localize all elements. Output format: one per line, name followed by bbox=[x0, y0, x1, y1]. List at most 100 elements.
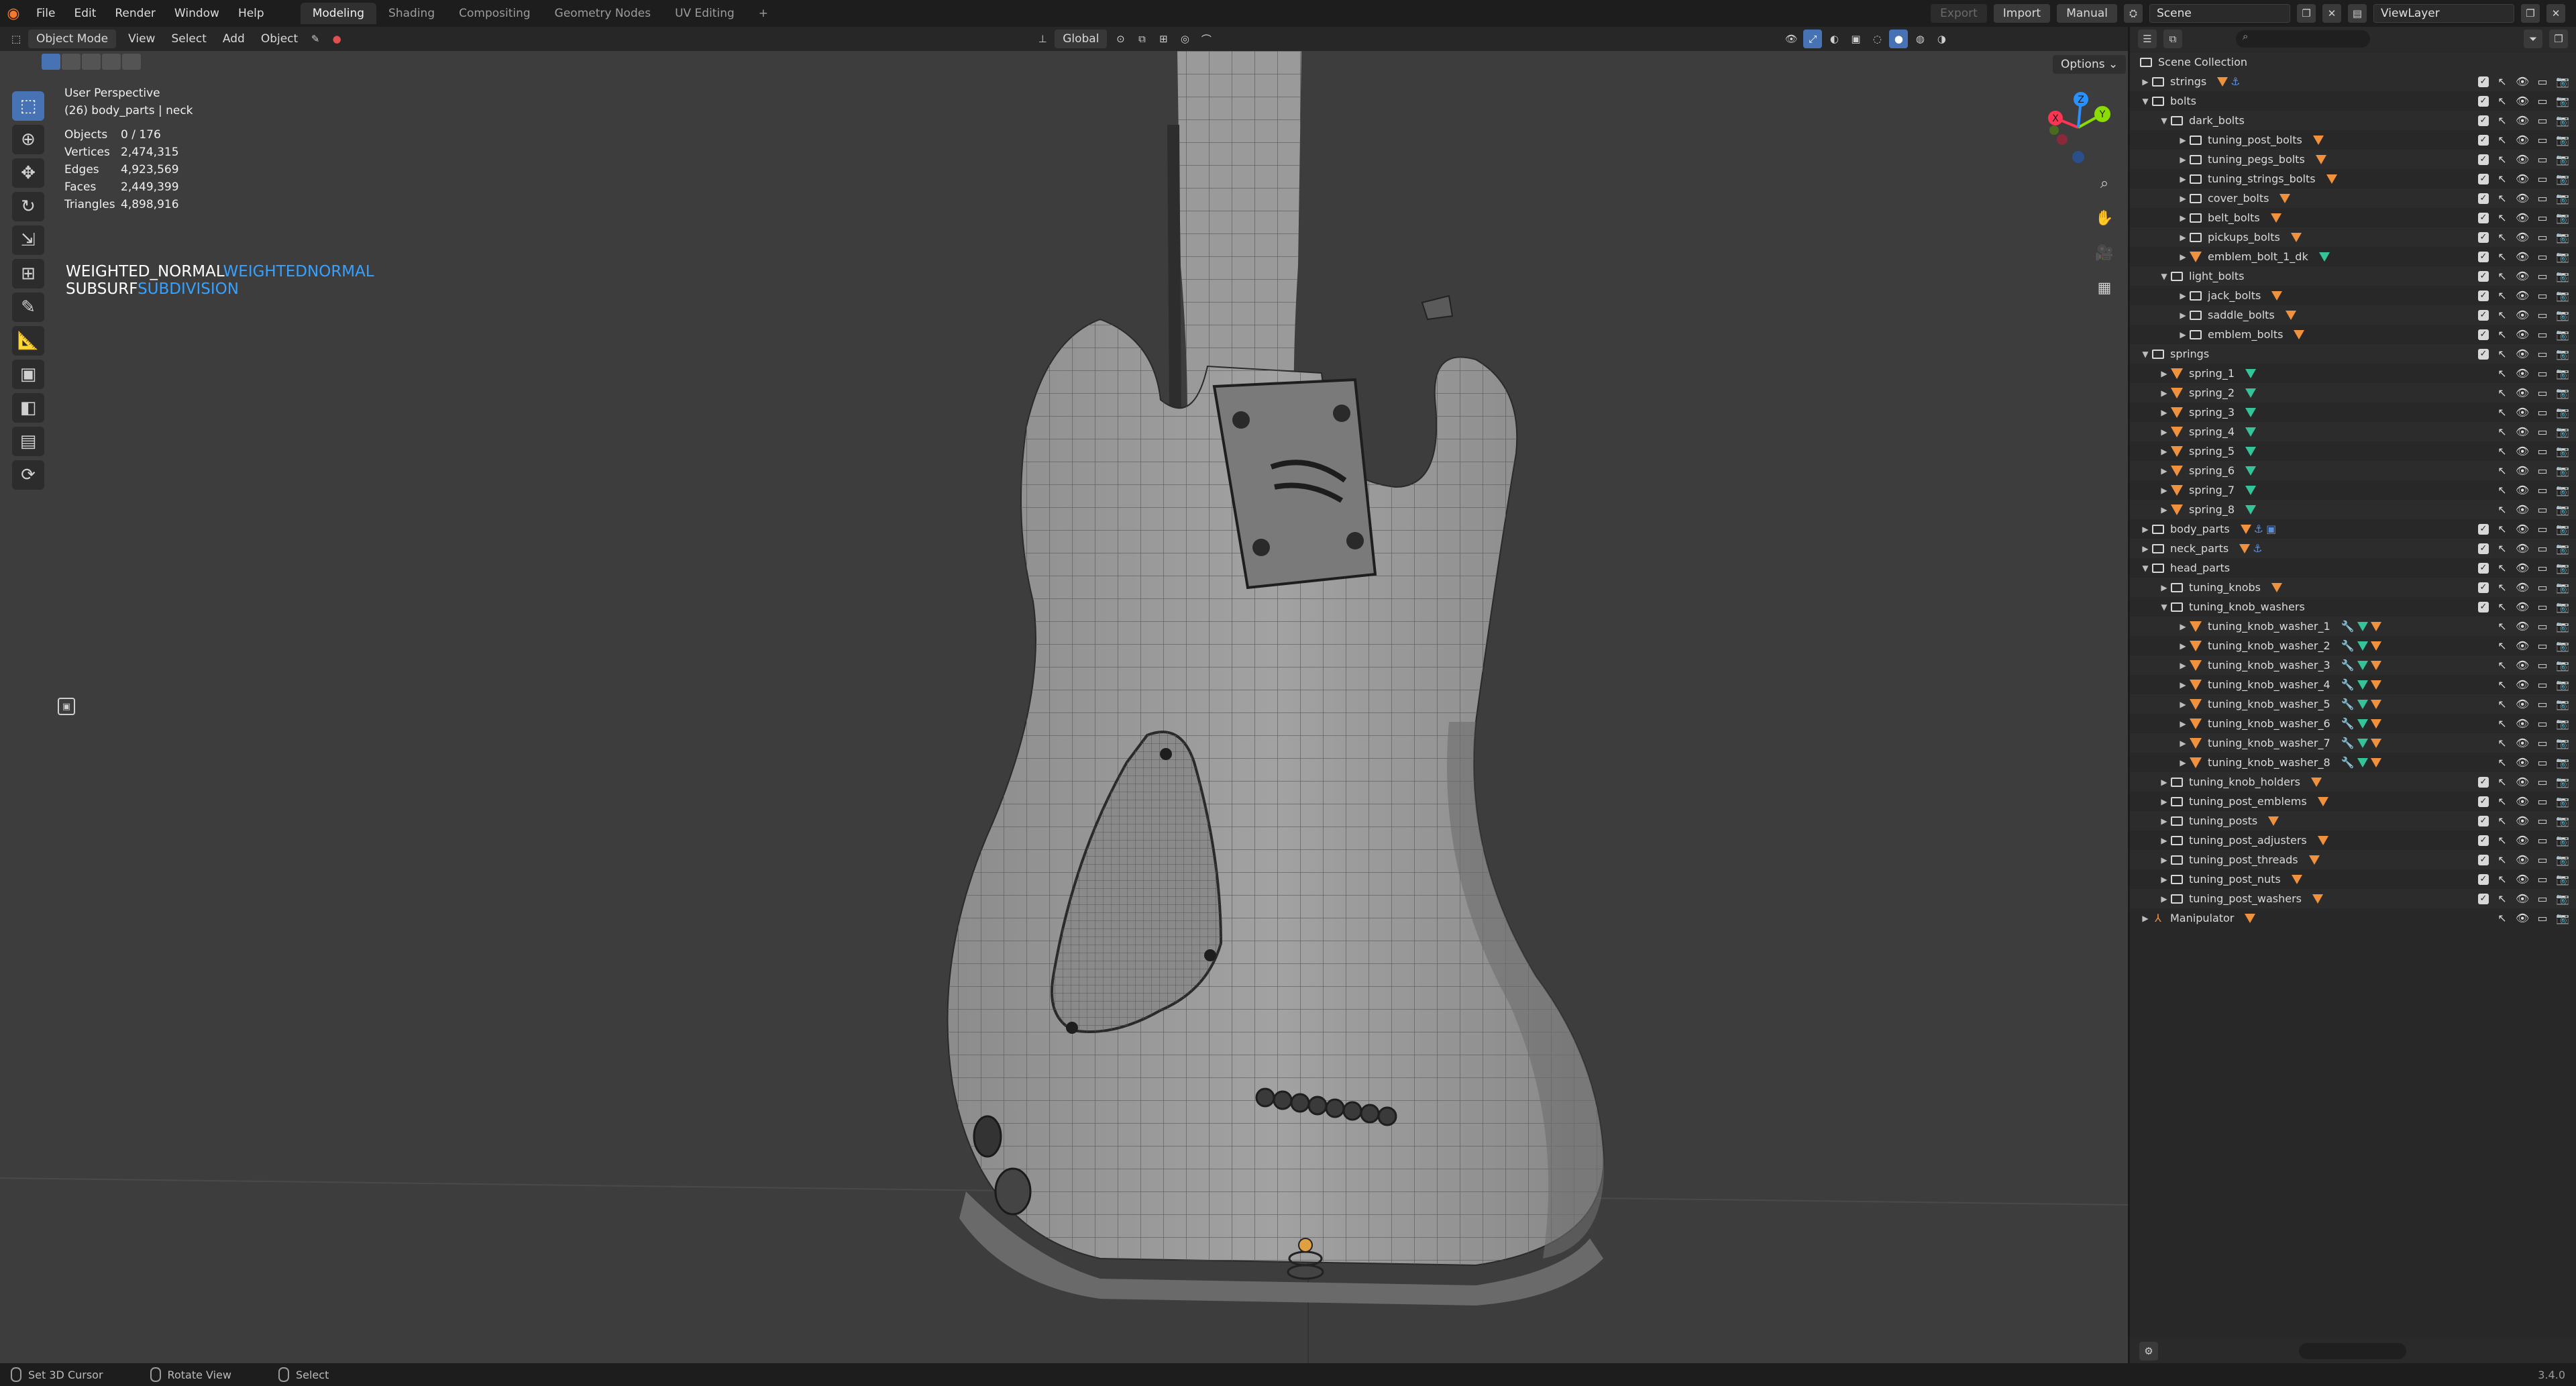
eye-icon[interactable]: 👁 bbox=[2516, 75, 2529, 88]
outliner-row[interactable]: ▼ springs ✓ ↖ 👁 ▭ 📷 bbox=[2130, 344, 2576, 364]
exclude-checkbox[interactable]: ✓ bbox=[2478, 854, 2489, 865]
render-camera-icon[interactable]: 📷 bbox=[2556, 873, 2569, 886]
outliner-row[interactable]: ▼ head_parts ✓ ↖ 👁 ▭ 📷 bbox=[2130, 558, 2576, 578]
modifier-icon[interactable]: 🔧 bbox=[2341, 717, 2355, 730]
viewport-disable-icon[interactable]: ▭ bbox=[2536, 153, 2549, 166]
mesh-data-icon[interactable] bbox=[2315, 154, 2326, 164]
tab-shading[interactable]: Shading bbox=[376, 3, 447, 24]
eye-icon[interactable]: 👁 bbox=[2516, 678, 2529, 691]
solid-shading-icon[interactable]: ● bbox=[1889, 30, 1909, 48]
mesh-data-icon[interactable] bbox=[2239, 543, 2251, 553]
viewport-disable-icon[interactable]: ▭ bbox=[2536, 659, 2549, 672]
select-new-button[interactable] bbox=[42, 54, 60, 70]
expand-closed-icon[interactable]: ▶ bbox=[2177, 233, 2189, 242]
selectable-icon[interactable]: ↖ bbox=[2496, 172, 2509, 185]
viewlayer-field[interactable]: ViewLayer bbox=[2373, 4, 2514, 23]
selectable-icon[interactable]: ↖ bbox=[2496, 464, 2509, 477]
expand-closed-icon[interactable]: ▶ bbox=[2158, 466, 2170, 476]
render-camera-icon[interactable]: 📷 bbox=[2556, 834, 2569, 847]
snap-icon[interactable]: ⧉ bbox=[1132, 30, 1151, 48]
viewport-disable-icon[interactable]: ▭ bbox=[2536, 211, 2549, 224]
select-invert-button[interactable] bbox=[102, 54, 121, 70]
menu-window[interactable]: Window bbox=[165, 0, 229, 27]
viewport-disable-icon[interactable]: ▭ bbox=[2536, 912, 2549, 924]
exclude-checkbox[interactable]: ✓ bbox=[2478, 251, 2489, 262]
outliner-row[interactable]: ▶ strings ⚓ ✓ ↖ 👁 ▭ 📷 bbox=[2130, 72, 2576, 91]
exclude-checkbox[interactable]: ✓ bbox=[2478, 835, 2489, 846]
outliner-row[interactable]: ▶ spring_4 ↖ 👁 ▭ 📷 bbox=[2130, 422, 2576, 441]
render-camera-icon[interactable]: 📷 bbox=[2556, 600, 2569, 613]
outliner-row[interactable]: ▶ tuning_knob_washer_1 🔧 ↖ 👁 ▭ 📷 bbox=[2130, 617, 2576, 636]
expand-closed-icon[interactable]: ▶ bbox=[2139, 525, 2151, 534]
exclude-checkbox[interactable]: ✓ bbox=[2478, 543, 2489, 554]
selectable-icon[interactable]: ↖ bbox=[2496, 425, 2509, 438]
selectable-icon[interactable]: ↖ bbox=[2496, 309, 2509, 321]
viewport-disable-icon[interactable]: ▭ bbox=[2536, 289, 2549, 302]
eye-icon[interactable]: 👁 bbox=[2516, 386, 2529, 399]
viewport-disable-icon[interactable]: ▭ bbox=[2536, 386, 2549, 399]
eye-icon[interactable]: 👁 bbox=[2516, 250, 2529, 263]
eye-icon[interactable]: 👁 bbox=[2516, 367, 2529, 380]
selectable-icon[interactable]: ↖ bbox=[2496, 776, 2509, 788]
outliner-row[interactable]: ▼ dark_bolts ✓ ↖ 👁 ▭ 📷 bbox=[2130, 111, 2576, 130]
eye-icon[interactable]: 👁 bbox=[2516, 717, 2529, 730]
expand-closed-icon[interactable]: ▶ bbox=[2158, 875, 2170, 884]
snap-target-icon[interactable]: ⊞ bbox=[1154, 30, 1173, 48]
scene-collection-row[interactable]: Scene Collection bbox=[2130, 52, 2576, 72]
mesh-data-icon[interactable] bbox=[2308, 855, 2320, 865]
eye-icon[interactable]: 👁 bbox=[2516, 134, 2529, 146]
expand-closed-icon[interactable]: ▶ bbox=[2158, 894, 2170, 904]
outliner-row[interactable]: ▶ saddle_bolts ✓ ↖ 👁 ▭ 📷 bbox=[2130, 305, 2576, 325]
rendered-shading-icon[interactable]: ◑ bbox=[1932, 30, 1951, 48]
eye-icon[interactable]: 👁 bbox=[2516, 192, 2529, 205]
modifier-icon[interactable]: 🔧 bbox=[2341, 620, 2355, 633]
menu-add[interactable]: Add bbox=[215, 30, 253, 48]
navigation-gizmo[interactable]: Y X Z bbox=[2038, 87, 2118, 168]
selectable-icon[interactable]: ↖ bbox=[2496, 445, 2509, 458]
eye-icon[interactable]: 👁 bbox=[2516, 309, 2529, 321]
visibility-icon[interactable]: 👁 bbox=[1782, 30, 1801, 48]
viewport-disable-icon[interactable]: ▭ bbox=[2536, 75, 2549, 88]
exclude-checkbox[interactable]: ✓ bbox=[2478, 796, 2489, 807]
eye-icon[interactable]: 👁 bbox=[2516, 348, 2529, 360]
viewport-disable-icon[interactable]: ▭ bbox=[2536, 620, 2549, 633]
expand-closed-icon[interactable]: ▶ bbox=[2177, 174, 2189, 184]
material-icon[interactable] bbox=[2370, 757, 2381, 767]
outliner-row[interactable]: ▶ spring_6 ↖ 👁 ▭ 📷 bbox=[2130, 461, 2576, 480]
eye-icon[interactable]: 👁 bbox=[2516, 425, 2529, 438]
selectable-icon[interactable]: ↖ bbox=[2496, 834, 2509, 847]
mesh-data-icon[interactable] bbox=[2245, 427, 2256, 437]
expand-closed-icon[interactable]: ▶ bbox=[2177, 155, 2189, 164]
outliner-row[interactable]: ▶ belt_bolts ✓ ↖ 👁 ▭ 📷 bbox=[2130, 208, 2576, 227]
selectable-icon[interactable]: ↖ bbox=[2496, 892, 2509, 905]
display-mode-icon[interactable]: ⧉ bbox=[2163, 30, 2182, 48]
mesh-data-icon[interactable] bbox=[2279, 193, 2291, 203]
modifier-icon[interactable]: 🔧 bbox=[2341, 698, 2355, 710]
mesh-data-icon[interactable] bbox=[2357, 621, 2368, 631]
new-scene-icon[interactable]: ❐ bbox=[2297, 4, 2316, 23]
editor-type-icon[interactable]: ⬚ bbox=[7, 30, 25, 48]
mesh-data-icon[interactable] bbox=[2290, 232, 2302, 242]
selectable-icon[interactable]: ↖ bbox=[2496, 581, 2509, 594]
cursor-tool-icon[interactable]: ⊕ bbox=[12, 125, 44, 154]
viewport-disable-icon[interactable]: ▭ bbox=[2536, 309, 2549, 321]
outliner-row[interactable]: ▶ ⅄ Manipulator ↖ 👁 ▭ 📷 bbox=[2130, 908, 2576, 928]
viewport-disable-icon[interactable]: ▭ bbox=[2536, 503, 2549, 516]
eye-icon[interactable]: 👁 bbox=[2516, 737, 2529, 749]
outliner-row[interactable]: ▶ tuning_post_adjusters ✓ ↖ 👁 ▭ 📷 bbox=[2130, 831, 2576, 850]
selectable-icon[interactable]: ↖ bbox=[2496, 211, 2509, 224]
scene-camera-icon[interactable]: ▣ bbox=[58, 698, 75, 715]
render-camera-icon[interactable]: 📷 bbox=[2556, 348, 2569, 360]
eye-icon[interactable]: 👁 bbox=[2516, 231, 2529, 244]
expand-closed-icon[interactable]: ▶ bbox=[2158, 797, 2170, 806]
blender-logo-icon[interactable]: ◉ bbox=[0, 0, 27, 27]
render-camera-icon[interactable]: 📷 bbox=[2556, 386, 2569, 399]
eye-icon[interactable]: 👁 bbox=[2516, 503, 2529, 516]
render-camera-icon[interactable]: 📷 bbox=[2556, 659, 2569, 672]
wireframe-shading-icon[interactable]: ◌ bbox=[1868, 30, 1886, 48]
outliner-row[interactable]: ▶ spring_1 ↖ 👁 ▭ 📷 bbox=[2130, 364, 2576, 383]
eye-icon[interactable]: 👁 bbox=[2516, 328, 2529, 341]
selectable-icon[interactable]: ↖ bbox=[2496, 542, 2509, 555]
new-collection-icon[interactable]: ❐ bbox=[2549, 30, 2568, 48]
outliner-row[interactable]: ▶ spring_7 ↖ 👁 ▭ 📷 bbox=[2130, 480, 2576, 500]
